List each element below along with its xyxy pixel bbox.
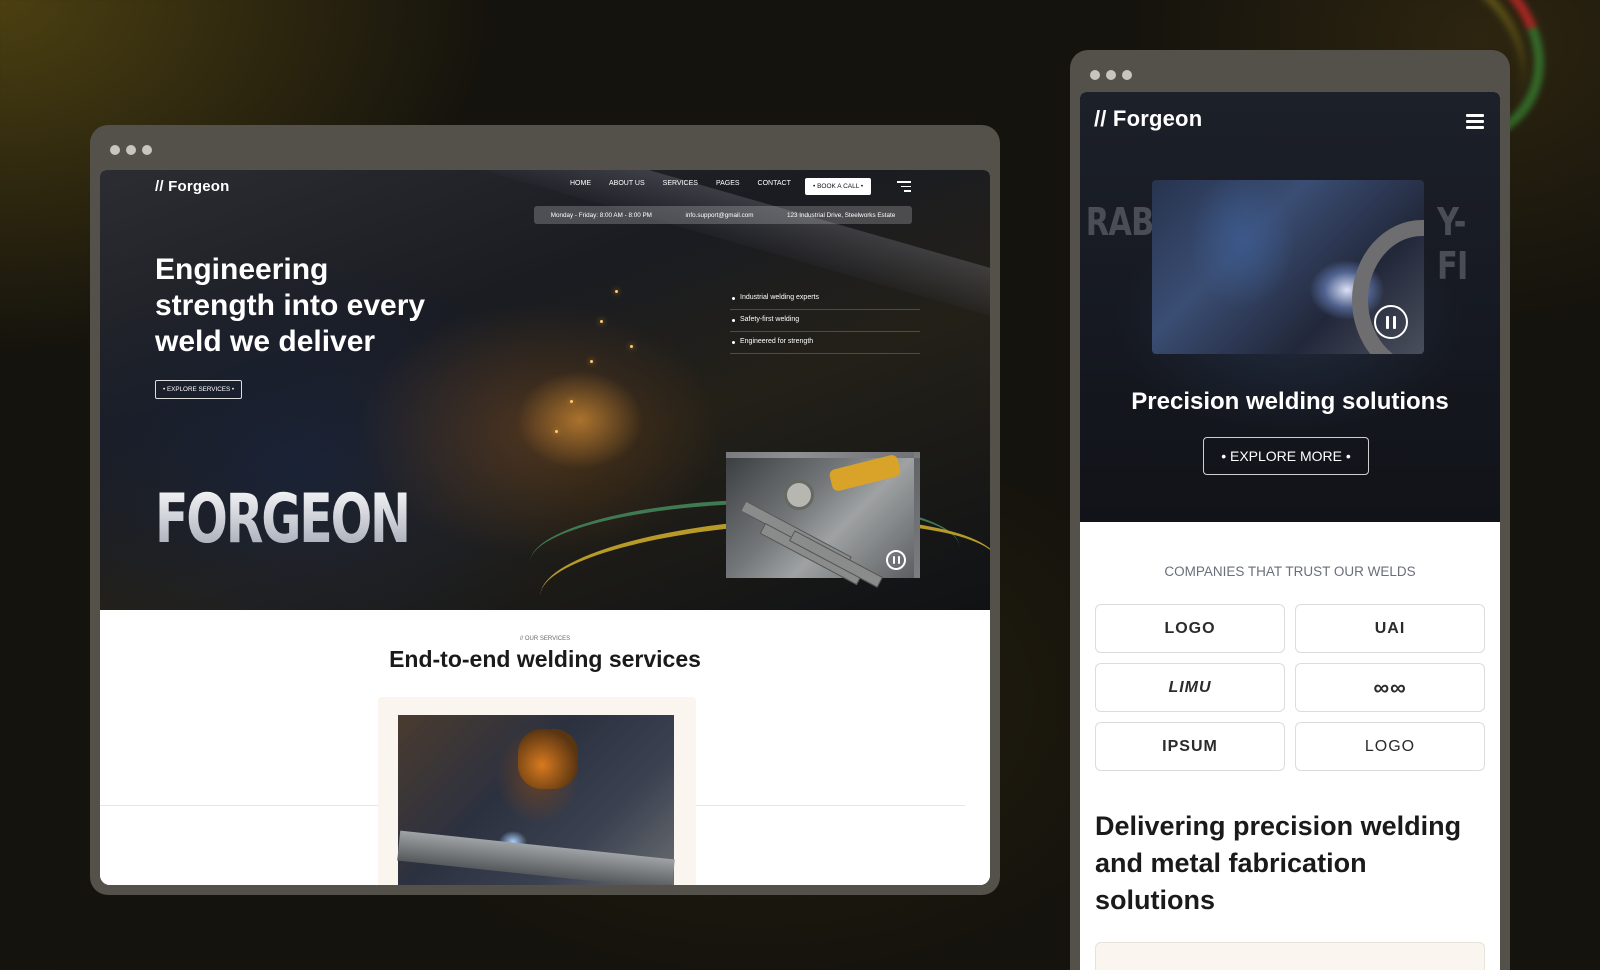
explore-services-button[interactable]: • EXPLORE SERVICES • xyxy=(155,380,243,399)
pause-icon[interactable] xyxy=(1374,305,1408,339)
services-kicker: // OUR SERVICES xyxy=(519,636,571,642)
hamburger-menu-icon[interactable] xyxy=(1466,114,1484,132)
mobile-hero-title: Precision welding solutions xyxy=(1131,388,1449,415)
spark-graphic xyxy=(555,430,558,433)
mobile-screen: // Forgeon RABI Y-FI Precision welding s… xyxy=(1080,92,1500,970)
spark-graphic xyxy=(590,360,593,363)
contact-info-bar: Monday - Friday: 8:00 AM - 8:00 PM info.… xyxy=(534,206,912,224)
hero-video-thumbnail[interactable] xyxy=(726,452,920,588)
client-logo: LOGO xyxy=(1295,722,1485,771)
pause-icon[interactable] xyxy=(886,550,906,570)
client-logo: LIMU xyxy=(1095,663,1285,712)
client-logo-grid: LOGO UAI LIMU ∞∞ IPSUM LOGO xyxy=(1095,604,1485,771)
mobile-section-heading: Delivering precision welding and metal f… xyxy=(1095,811,1462,915)
service-photo xyxy=(397,715,675,885)
mobile-browser-window: // Forgeon RABI Y-FI Precision welding s… xyxy=(1070,50,1510,970)
nav-pages[interactable]: PAGES xyxy=(716,180,740,187)
feature-item: Engineered for strength xyxy=(730,332,920,354)
address: 123 Industrial Drive, Steelworks Estate xyxy=(787,211,896,219)
mobile-hero: // Forgeon RABI Y-FI Precision welding s… xyxy=(1080,92,1500,522)
window-dots-icon xyxy=(1090,70,1132,80)
client-logo: IPSUM xyxy=(1095,722,1285,771)
spark-graphic xyxy=(570,400,573,403)
grinder-disc-graphic xyxy=(784,480,814,510)
mobile-content-card xyxy=(1095,942,1485,970)
book-a-call-button[interactable]: • BOOK A CALL • xyxy=(805,178,872,195)
spark-graphic xyxy=(600,320,603,323)
hero-headline: Engineering strength into every weld we … xyxy=(155,253,426,358)
feature-item: Industrial welding experts xyxy=(730,288,920,310)
client-logo: ∞∞ xyxy=(1295,663,1485,712)
feature-item: Safety-first welding xyxy=(730,310,920,332)
trust-heading: COMPANIES THAT TRUST OUR WELDS xyxy=(1164,564,1416,579)
hero-background-text: Y-FI xyxy=(1437,200,1468,288)
services-title: End-to-end welding services xyxy=(389,646,701,672)
desktop-hero: // Forgeon HOME ABOUT US SERVICES PAGES … xyxy=(100,170,990,656)
desktop-browser-window: // Forgeon HOME ABOUT US SERVICES PAGES … xyxy=(90,125,1000,895)
business-hours: Monday - Friday: 8:00 AM - 8:00 PM xyxy=(550,211,652,219)
nav-home[interactable]: HOME xyxy=(570,180,591,187)
main-nav: HOME ABOUT US SERVICES PAGES CONTACT xyxy=(570,180,791,187)
grinder-graphic xyxy=(828,453,902,493)
spark-graphic xyxy=(615,290,618,293)
support-email[interactable]: info.support@gmail.com xyxy=(685,212,753,219)
pipe-graphic xyxy=(397,830,675,885)
client-logo: UAI xyxy=(1295,604,1485,653)
desktop-screen: // Forgeon HOME ABOUT US SERVICES PAGES … xyxy=(100,170,990,885)
mobile-hero-video[interactable] xyxy=(1152,180,1424,354)
nav-contact[interactable]: CONTACT xyxy=(758,180,791,187)
spark-graphic xyxy=(630,345,633,348)
welder-helmet-graphic xyxy=(518,729,578,789)
hero-brand-wordmark: FORGEON xyxy=(155,480,411,559)
nav-about-us[interactable]: ABOUT US xyxy=(609,180,645,187)
nav-services[interactable]: SERVICES xyxy=(663,180,698,187)
site-logo[interactable]: // Forgeon xyxy=(1094,106,1202,132)
feature-list: Industrial welding experts Safety-first … xyxy=(730,288,920,354)
client-logo: LOGO xyxy=(1095,604,1285,653)
service-card[interactable] xyxy=(378,697,696,885)
explore-more-button[interactable]: • EXPLORE MORE • xyxy=(1203,437,1369,475)
mobile-trust-section: COMPANIES THAT TRUST OUR WELDS LOGO UAI … xyxy=(1080,522,1500,970)
menu-icon[interactable] xyxy=(897,181,911,193)
window-dots-icon xyxy=(110,145,152,155)
services-section: // OUR SERVICES End-to-end welding servi… xyxy=(100,610,990,885)
site-logo[interactable]: // Forgeon xyxy=(155,178,230,195)
